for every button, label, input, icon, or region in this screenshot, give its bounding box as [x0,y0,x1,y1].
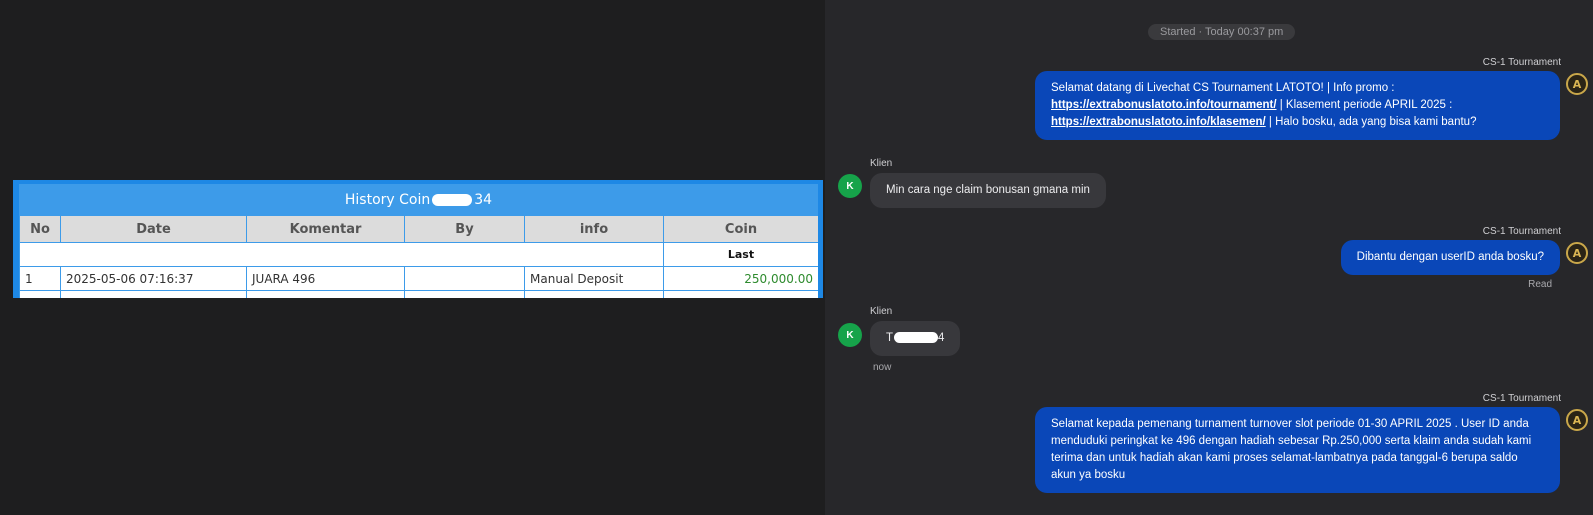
livechat-pane[interactable]: Started · Today 00:37 pm CS-1 Tournament… [825,0,1593,515]
table-row: 1 2025-05-06 07:16:37 JUARA 496 Manual D… [19,266,818,291]
agent-avatar: A [1566,73,1588,95]
history-title-prefix: History Coin [344,191,431,208]
history-pane: History Coin 34 No Date Komentar By info [0,0,825,515]
agent-message-bubble: Selamat kepada pemenang turnament turnov… [1035,407,1560,493]
redacted-by [409,273,504,282]
column-header-by: By [404,215,525,243]
agent-message-bubble: Dibantu dengan userID anda bosku? [1340,240,1560,275]
message-text-prefix: T [886,332,894,344]
client-message-bubble: T4 [870,321,961,356]
sender-name: CS-1 Tournament [1482,393,1561,404]
column-header-no: No [19,215,61,243]
agent-avatar: A [1566,242,1588,264]
column-header-info: info [524,215,664,243]
client-avatar: K [838,323,862,347]
table-subheader-row: Last [19,242,818,267]
message-time: now [873,362,892,373]
cell-komentar: JUARA 496 [246,266,405,291]
history-coin-table: No Date Komentar By info Coin Last 1 202… [19,215,818,298]
sender-name: CS-1 Tournament [1482,226,1561,237]
client-avatar: K [838,174,862,198]
table-row [19,290,818,298]
sender-name: CS-1 Tournament [1482,57,1561,68]
sender-name: Klien [870,158,893,169]
agent-message-bubble: Selamat datang di Livechat CS Tournament… [1035,71,1560,140]
cell-by [404,266,525,291]
read-status: Read [1528,279,1552,290]
history-title-suffix: 34 [474,191,493,208]
column-header-komentar: Komentar [246,215,405,243]
klasemen-link[interactable]: https://extrabonuslatoto.info/klasemen/ [1051,116,1266,128]
redacted-user-id [894,332,939,344]
session-started-pill: Started · Today 00:37 pm [1148,24,1296,40]
agent-avatar: A [1566,409,1588,431]
history-coin-table-wrapper: History Coin 34 No Date Komentar By info [19,184,818,298]
message-text: Selamat datang di Livechat CS Tournament… [1051,82,1395,94]
cell-no: 1 [19,266,61,291]
column-header-coin: Coin [663,215,818,243]
column-header-date: Date [60,215,247,243]
cell-info: Manual Deposit [524,266,664,291]
cell-date: 2025-05-06 07:16:37 [60,266,247,291]
client-message-bubble: Min cara nge claim bonusan gmana min [870,173,1106,208]
history-coin-panel: History Coin 34 No Date Komentar By info [13,180,823,298]
message-text: | Halo bosku, ada yang bisa kami bantu? [1265,116,1477,128]
subheader-last: Last [663,242,818,267]
tournament-link[interactable]: https://extrabonuslatoto.info/tournament… [1051,99,1277,111]
message-text: | Klasement periode APRIL 2025 : [1276,99,1453,111]
message-text: Min cara nge claim bonusan gmana min [886,184,1090,196]
subheader-empty [19,242,664,267]
sender-name: Klien [870,306,893,317]
message-text: Dibantu dengan userID anda bosku? [1356,251,1544,263]
message-text: Selamat kepada pemenang turnament turnov… [1051,418,1532,481]
message-text-suffix: 4 [938,332,945,344]
history-coin-title: History Coin 34 [19,184,818,215]
redacted-username [432,193,473,206]
cell-coin: 250,000.00 [663,266,818,291]
table-header-row: No Date Komentar By info Coin [19,215,818,243]
